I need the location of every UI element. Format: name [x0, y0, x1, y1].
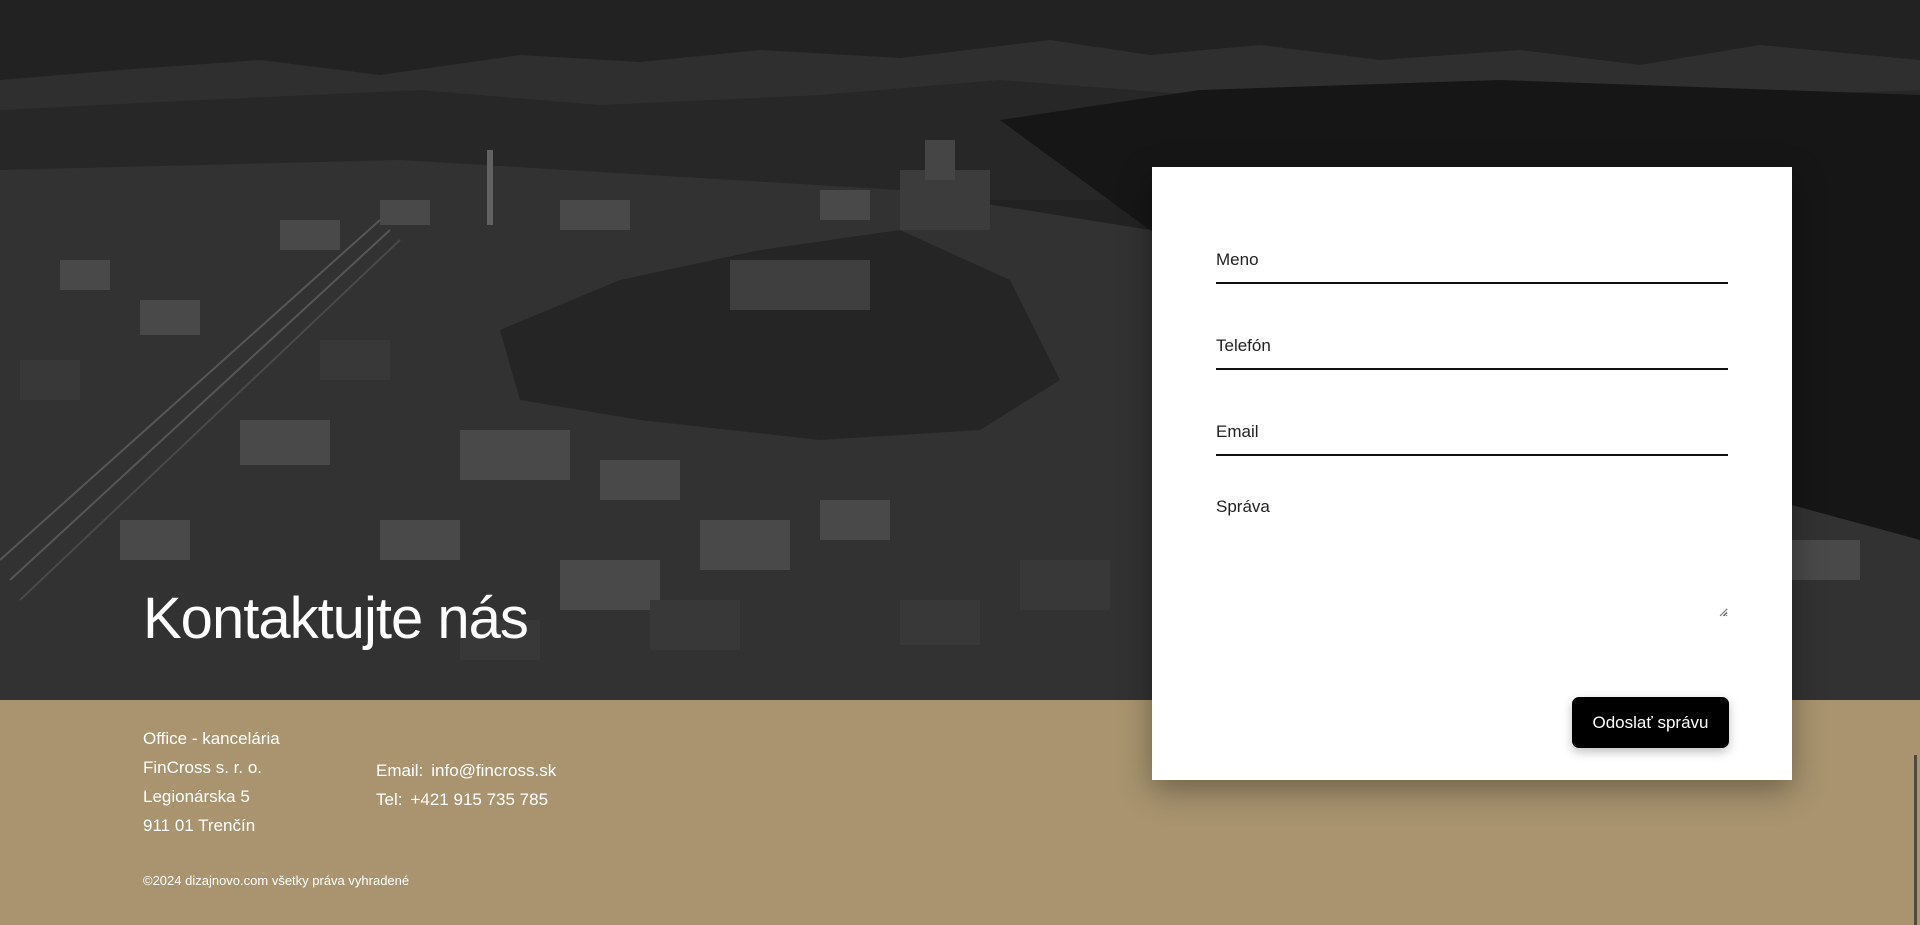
name-input[interactable]: [1216, 237, 1728, 282]
email-row: Email: info@fincross.sk: [376, 756, 556, 785]
phone-link[interactable]: +421 915 735 785: [410, 790, 548, 809]
email-label: Email:: [376, 761, 424, 780]
message-field-wrap: [1216, 497, 1728, 617]
contact-info: Email: info@fincross.sk Tel: +421 915 735 …: [376, 756, 556, 814]
copyright-text: ©2024 dizajnovo.com všetky práva vyhrade…: [143, 873, 410, 888]
email-field-wrap: [1216, 409, 1728, 456]
resize-handle-icon[interactable]: [1718, 607, 1728, 617]
office-address: Office - kancelária FinCross s. r. o. Le…: [143, 724, 280, 840]
office-line-2: FinCross s. r. o.: [143, 758, 263, 777]
office-line-3: Legionárska 5: [143, 787, 250, 806]
email-input[interactable]: [1216, 409, 1728, 454]
office-line-1: Office - kancelária: [143, 729, 280, 748]
contact-form: Odoslať správu: [1152, 167, 1792, 780]
submit-button[interactable]: Odoslať správu: [1572, 697, 1729, 748]
phone-field-wrap: [1216, 323, 1728, 370]
page-title: Kontaktujte nás: [143, 586, 529, 651]
office-line-4: 911 01 Trenčín: [143, 816, 256, 835]
email-link[interactable]: info@fincross.sk: [431, 761, 556, 780]
scrollbar-thumb[interactable]: [1914, 755, 1917, 925]
phone-row: Tel: +421 915 735 785: [376, 785, 556, 814]
name-field-wrap: [1216, 237, 1728, 284]
phone-input[interactable]: [1216, 323, 1728, 368]
phone-label: Tel:: [376, 790, 403, 809]
message-textarea[interactable]: [1216, 497, 1728, 617]
